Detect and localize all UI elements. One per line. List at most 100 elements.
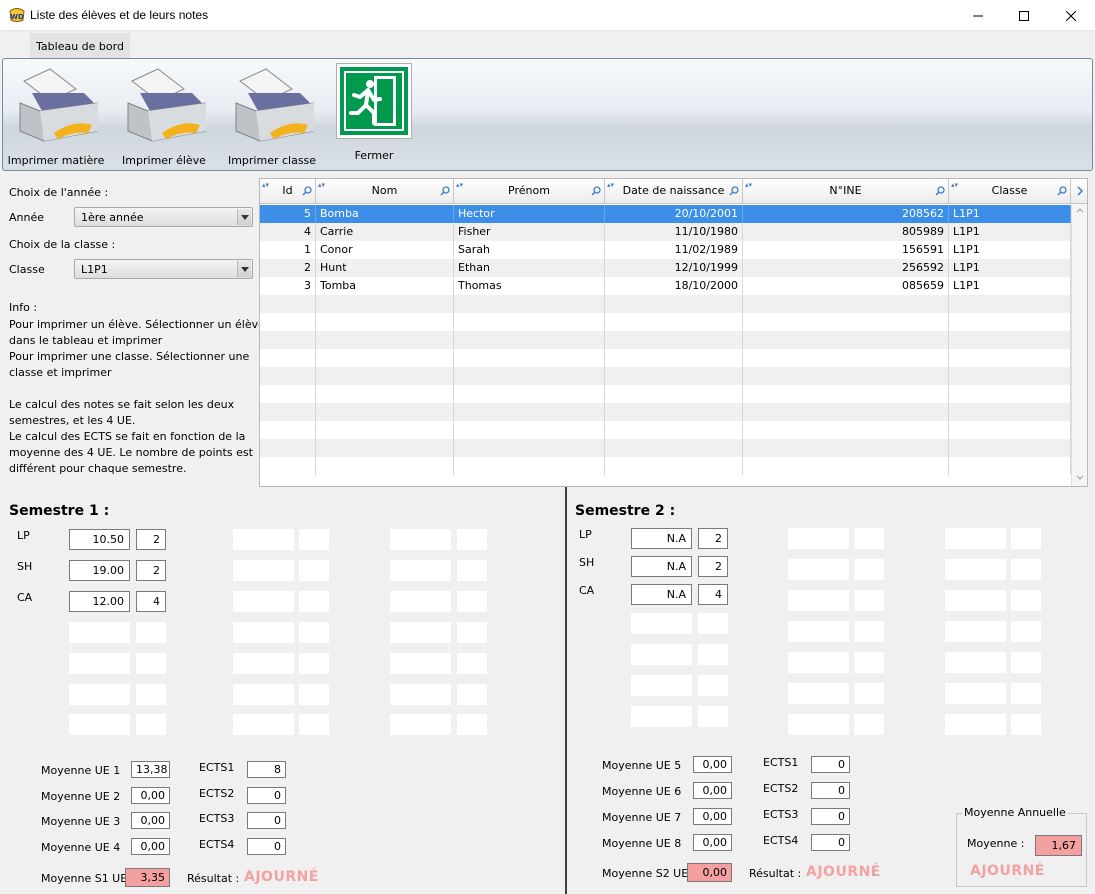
table-cell: Thomas [454,277,605,295]
scroll-right-button[interactable] [1071,179,1087,204]
ects-label: ECTS2 [199,787,235,800]
table-row[interactable] [260,457,1071,475]
table-row[interactable] [260,313,1071,331]
column-header-label: Date de naissance [622,184,725,197]
table-cell: 805989 [743,223,949,241]
ects-label: ECTS1 [763,756,799,769]
table-scrollbar[interactable] [1071,204,1087,486]
column-header-label: Nom [371,184,398,197]
table-cell [743,331,949,349]
table-row[interactable]: 3 Tomba Thomas 18/10/2000 085659 L1P1 [260,277,1071,295]
empty-grade-field [788,528,849,549]
grade-field[interactable]: 12.00 [69,591,130,612]
grade-field[interactable]: N.A [631,556,692,577]
table-cell [260,295,316,313]
empty-coefficient-field [136,622,166,643]
ue-average-field: 0,00 [693,808,732,825]
close-button[interactable]: Fermer [334,63,414,168]
table-cell [260,439,316,457]
column-header[interactable]: ▴▾ Prénom [454,179,605,204]
grade-field[interactable]: N.A [631,528,692,549]
table-row[interactable] [260,421,1071,439]
subject-label: CA [17,591,33,604]
ue-average-field: 0,00 [693,756,732,773]
ects-field: 0 [247,787,286,804]
search-icon[interactable] [302,186,312,196]
empty-grade-field [233,560,294,581]
table-cell: 3 [260,277,316,295]
ects-field: 0 [811,782,850,799]
coefficient-field[interactable]: 2 [136,560,166,581]
print-class-button[interactable]: Imprimer classe [228,63,316,168]
table-row[interactable]: 1 Conor Sarah 11/02/1989 156591 L1P1 [260,241,1071,259]
table-row[interactable] [260,439,1071,457]
coefficient-field[interactable]: 2 [698,528,728,549]
empty-coefficient-field [136,714,166,735]
print-subject-button[interactable]: Imprimer matière [8,63,104,168]
subject-label: CA [579,584,595,597]
column-header[interactable]: ▴▾ Id [260,179,316,204]
grade-field[interactable]: 19.00 [69,560,130,581]
grade-field[interactable]: N.A [631,584,692,605]
search-icon[interactable] [1057,186,1067,196]
sort-icon: ▴▾ [456,181,464,189]
table-cell [605,313,743,331]
coefficient-field[interactable]: 4 [698,584,728,605]
table-row[interactable]: 4 Carrie Fisher 11/10/1980 805989 L1P1 [260,223,1071,241]
column-header-label: Id [282,184,293,197]
minimize-button[interactable] [955,0,1001,31]
tab-strip [0,31,1095,58]
semester-average-label: Moyenne S1 UE [41,872,128,885]
table-cell [743,313,949,331]
students-table[interactable]: ▴▾ Id ▴▾ Nom ▴▾ Prénom ▴▾ Date de naissance ▴▾ N°… [259,178,1088,487]
semester-divider [565,487,567,894]
search-icon[interactable] [591,186,601,196]
class-select[interactable]: L1P1 [74,259,253,279]
coefficient-field[interactable]: 2 [136,529,166,550]
empty-grade-field [390,591,451,612]
table-cell [316,385,454,403]
empty-coefficient-field [136,653,166,674]
table-row[interactable] [260,295,1071,313]
table-row[interactable]: 2 Hunt Ethan 12/10/1999 256592 L1P1 [260,259,1071,277]
empty-grade-field [631,706,692,727]
empty-grade-field [945,621,1006,642]
print-student-button[interactable]: Imprimer élève [120,63,208,168]
search-icon[interactable] [440,186,450,196]
column-header[interactable]: ▴▾ Nom [316,179,454,204]
grade-field[interactable]: 10.50 [69,529,130,550]
table-row[interactable] [260,367,1071,385]
table-cell: L1P1 [949,241,1071,259]
table-row[interactable] [260,349,1071,367]
ects-label: ECTS3 [763,808,799,821]
coefficient-field[interactable]: 2 [698,556,728,577]
empty-coefficient-field [299,560,329,581]
table-cell [949,349,1071,367]
result-value: AJOURNÉ [806,864,881,880]
table-cell [743,385,949,403]
close-window-button[interactable] [1048,0,1094,31]
ue-average-field: 0,00 [131,812,170,829]
table-cell [605,439,743,457]
table-row[interactable] [260,403,1071,421]
year-select[interactable]: 1ère année [74,207,253,227]
search-icon[interactable] [729,186,739,196]
result-label: Résultat : [749,867,802,880]
close-label: Fermer [354,149,394,162]
table-row[interactable] [260,331,1071,349]
search-icon[interactable] [935,186,945,196]
table-cell [260,331,316,349]
column-header[interactable]: ▴▾ Classe [949,179,1071,204]
table-row[interactable]: 5 Bomba Hector 20/10/2001 208562 L1P1 [260,205,1071,223]
ects-field: 0 [247,812,286,829]
coefficient-field[interactable]: 4 [136,591,166,612]
table-cell [316,421,454,439]
table-cell [260,385,316,403]
class-heading: Choix de la classe : [9,238,116,251]
empty-coefficient-field [854,652,884,673]
maximize-button[interactable] [1001,0,1047,31]
tab-dashboard[interactable]: Tableau de bord [30,33,130,59]
column-header[interactable]: ▴▾ N°INE [743,179,949,204]
column-header[interactable]: ▴▾ Date de naissance [605,179,743,204]
table-row[interactable] [260,385,1071,403]
